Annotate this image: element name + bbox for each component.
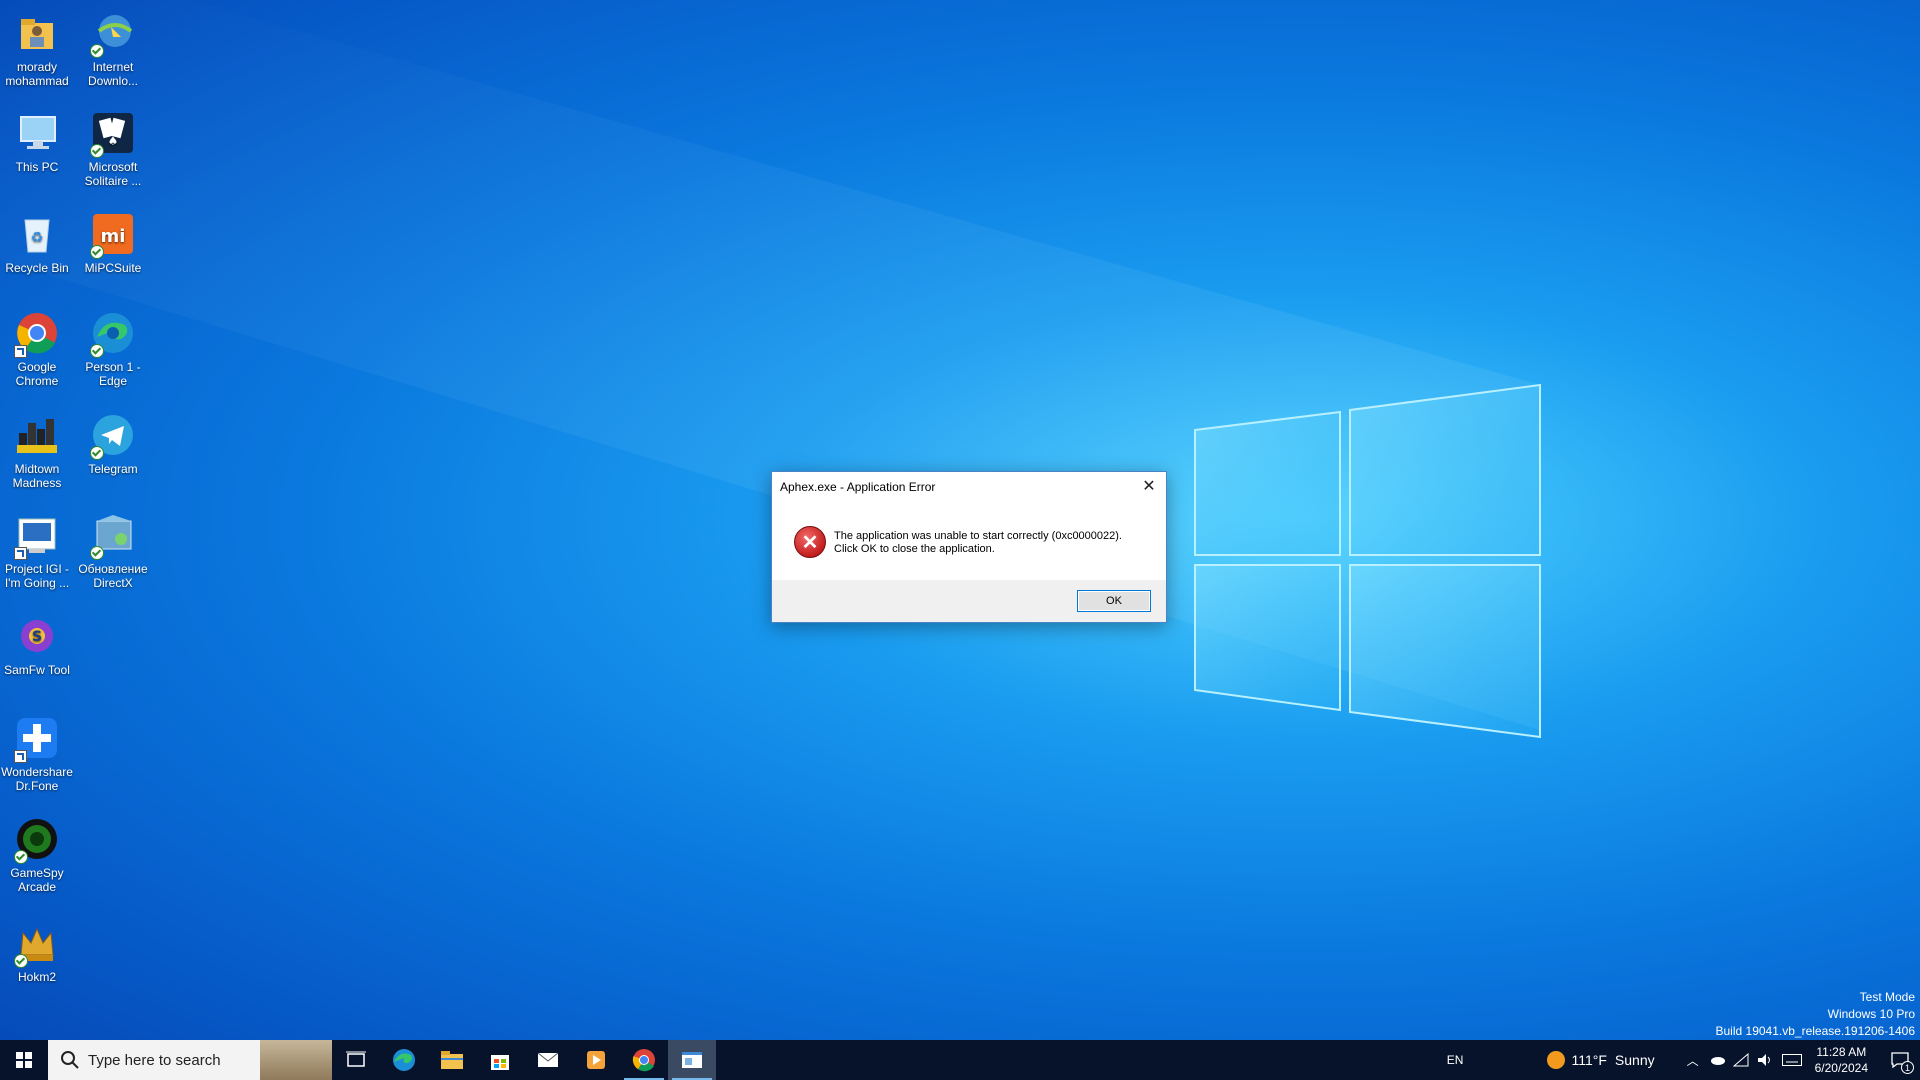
desktop-icon-samfw-tool[interactable]: S SamFw Tool [0,611,77,677]
desktop-icon-midtown-madness[interactable]: Midtown Madness [0,410,77,490]
internet-download-manager-icon [88,8,138,58]
volume-icon[interactable] [1753,1040,1777,1080]
onedrive-icon[interactable] [1705,1040,1729,1080]
desktop-icon-morady[interactable]: morady mohammad [0,8,77,88]
svg-text:♻: ♻ [31,230,44,246]
taskbar-media-player[interactable] [572,1040,620,1080]
start-button[interactable] [0,1040,48,1080]
dialog-message: The application was unable to start corr… [834,530,1122,556]
task-view-button[interactable] [332,1040,380,1080]
recycle-bin-icon: ♻ [12,209,62,259]
action-center-button[interactable]: 1 [1880,1040,1920,1080]
taskbar-error-window[interactable] [668,1040,716,1080]
media-player-icon [587,1051,605,1069]
application-window-icon [682,1052,702,1068]
error-dialog: Aphex.exe - Application Error ✕ ✕ The ap… [771,471,1167,623]
weather-widget[interactable]: 111°F Sunny [1547,1051,1655,1069]
dialog-message-line2: Click OK to close the application. [834,543,995,555]
weather-condition: Sunny [1614,1052,1655,1068]
svg-text:S: S [32,629,42,645]
project-igi-icon [12,510,62,560]
clock-time: 11:28 AM [1816,1045,1867,1059]
gamespy-icon [12,814,62,864]
desktop-icon-mipcsuite[interactable]: mi MiPCSuite [73,209,153,275]
taskbar: Type here to search EN 111°F Sunny ︿ 11:… [0,1040,1920,1080]
notification-count: 1 [1901,1061,1914,1074]
desktop-icon-recycle-bin[interactable]: ♻ Recycle Bin [0,209,77,275]
edge-icon [88,308,138,358]
desktop-icon-telegram[interactable]: Telegram [73,410,153,476]
mail-icon [537,1052,559,1067]
desktop-icon-this-pc[interactable]: This PC [0,108,77,174]
watermark-line1: Test Mode [1859,990,1915,1004]
edge-icon [393,1049,415,1071]
drfone-icon [12,713,62,763]
system-tray: EN 111°F Sunny ︿ 11:28 AM 6/20/2024 1 [1447,1040,1920,1080]
windows-logo-icon [16,1052,32,1068]
this-pc-icon [12,108,62,158]
chrome-icon [632,1049,655,1072]
telegram-icon [88,410,138,460]
taskbar-mail[interactable] [524,1040,572,1080]
dialog-title: Aphex.exe - Application Error [780,480,936,494]
dialog-message-line1: The application was unable to start corr… [834,530,1122,542]
watermark-line3: Build 19041.vb_release.191206-1406 [1715,1024,1916,1038]
svg-text:mi: mi [101,226,126,247]
user-folder-icon [12,8,62,58]
desktop-icon-solitaire[interactable]: ♠ Microsoft Solitaire ... [73,108,153,188]
folder-icon [441,1051,463,1069]
desktop-icon-internet-download-manager[interactable]: Internet Downlo... [73,8,153,88]
weather-temp: 111°F [1571,1052,1607,1068]
dialog-body: ✕ The application was unable to start co… [772,508,1166,580]
language-indicator[interactable]: EN [1447,1053,1464,1067]
chrome-icon [12,308,62,358]
solitaire-icon: ♠ [88,108,138,158]
search-highlight-image [260,1040,332,1080]
error-icon: ✕ [794,526,826,558]
desktop-icon-hokm2[interactable]: Hokm2 [0,918,77,984]
taskbar-file-explorer[interactable] [428,1040,476,1080]
chevron-up-icon[interactable]: ︿ [1681,1040,1705,1080]
taskbar-chrome[interactable] [620,1040,668,1080]
test-mode-watermark: Test Mode Windows 10 Pro Build 19041.vb_… [1716,989,1916,1040]
taskbar-store[interactable] [476,1040,524,1080]
dialog-footer: OK [772,580,1166,622]
search-box[interactable]: Type here to search [48,1040,332,1080]
watermark-line2: Windows 10 Pro [1827,1007,1915,1021]
keyboard-icon[interactable] [1777,1040,1807,1080]
taskbar-edge[interactable] [380,1040,428,1080]
sun-icon [1547,1051,1566,1069]
directx-update-icon [88,510,138,560]
midtown-madness-icon [12,410,62,460]
samfw-tool-icon: S [12,611,62,661]
svg-text:♠: ♠ [108,134,119,148]
search-placeholder: Type here to search [88,1051,221,1069]
desktop-icon-gamespy[interactable]: GameSpy Arcade [0,814,77,894]
clock[interactable]: 11:28 AM 6/20/2024 [1815,1044,1868,1076]
desktop-icon-edge[interactable]: Person 1 - Edge [73,308,153,388]
search-icon [61,1051,79,1069]
clock-date: 6/20/2024 [1814,1061,1868,1075]
desktop-icon-google-chrome[interactable]: Google Chrome [0,308,77,388]
desktop-icon-project-igi[interactable]: Project IGI - I'm Going ... [0,510,77,590]
network-icon[interactable] [1729,1040,1753,1080]
ok-button[interactable]: OK [1077,590,1151,612]
desktop-icon-directx[interactable]: Обновление DirectX [73,510,153,590]
mi-pc-suite-icon: mi [88,209,138,259]
store-icon [491,1055,509,1070]
desktop-icon-drfone[interactable]: Wondershare Dr.Fone [0,713,77,793]
task-view-icon [346,1051,366,1067]
close-icon[interactable]: ✕ [1138,476,1160,496]
hokm2-icon [12,918,62,968]
